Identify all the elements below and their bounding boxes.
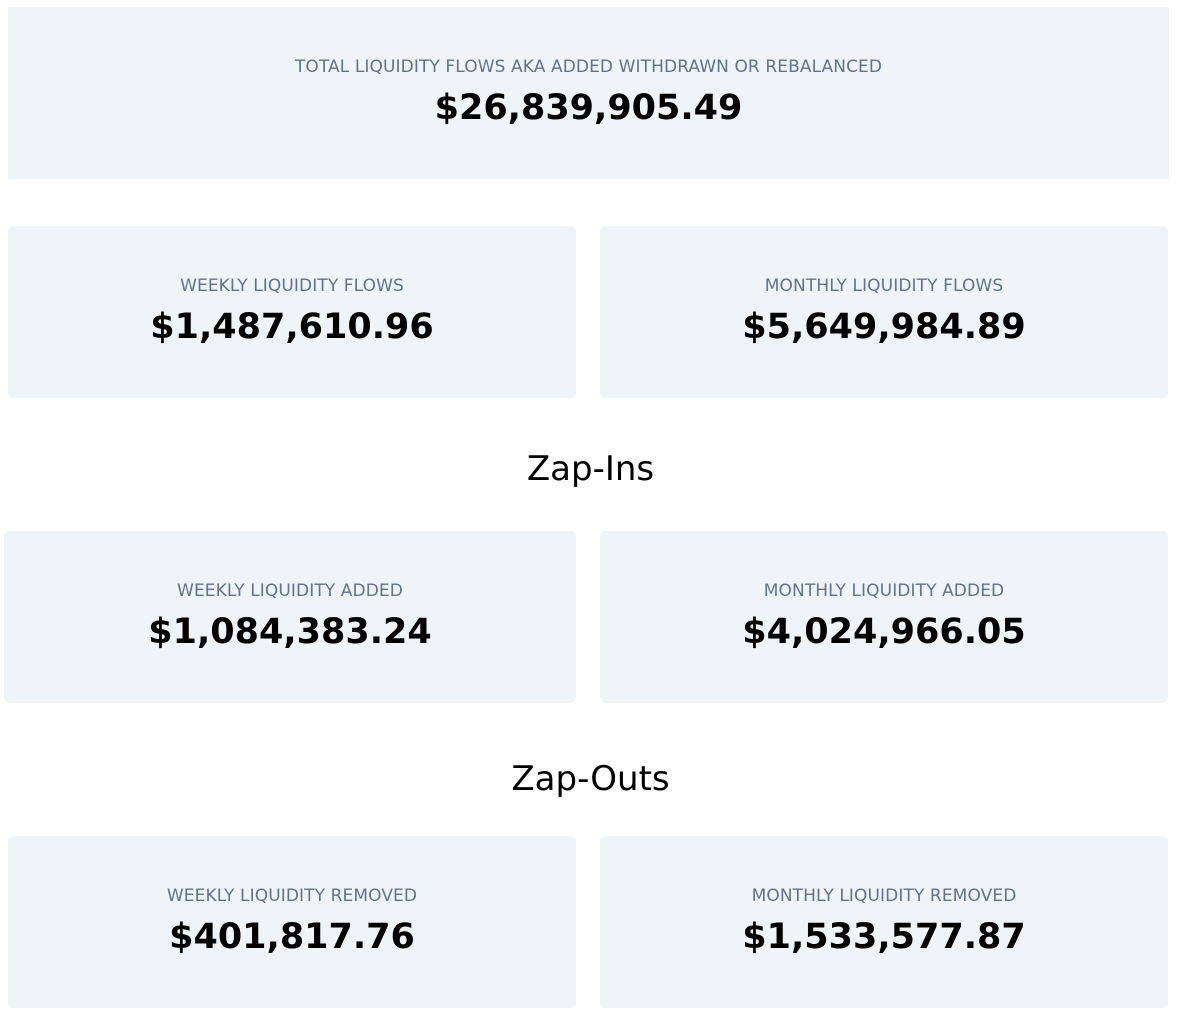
total-liquidity-flows-card: TOTAL LIQUIDITY FLOWS AKA ADDED WITHDRAW…	[8, 7, 1169, 179]
weekly-liquidity-removed-card: WEEKLY LIQUIDITY REMOVED $401,817.76	[8, 836, 576, 1008]
monthly-liquidity-added-label: MONTHLY LIQUIDITY ADDED	[763, 581, 1005, 601]
weekly-liquidity-removed-label: WEEKLY LIQUIDITY REMOVED	[166, 886, 418, 906]
weekly-liquidity-flows-label: WEEKLY LIQUIDITY FLOWS	[180, 276, 404, 296]
weekly-liquidity-removed-value: $401,817.76	[169, 917, 415, 957]
zap-outs-heading: Zap-Outs	[511, 759, 670, 799]
monthly-liquidity-flows-value: $5,649,984.89	[742, 307, 1026, 347]
weekly-liquidity-flows-value: $1,487,610.96	[150, 307, 434, 347]
monthly-liquidity-added-value: $4,024,966.05	[742, 612, 1026, 652]
monthly-liquidity-removed-card: MONTHLY LIQUIDITY REMOVED $1,533,577.87	[600, 836, 1168, 1008]
monthly-liquidity-added-card: MONTHLY LIQUIDITY ADDED $4,024,966.05	[600, 531, 1168, 703]
total-liquidity-flows-value: $26,839,905.49	[434, 88, 743, 128]
monthly-liquidity-removed-label: MONTHLY LIQUIDITY REMOVED	[751, 886, 1017, 906]
monthly-liquidity-removed-value: $1,533,577.87	[742, 917, 1026, 957]
weekly-liquidity-added-card: WEEKLY LIQUIDITY ADDED $1,084,383.24	[4, 531, 576, 703]
weekly-liquidity-added-label: WEEKLY LIQUIDITY ADDED	[177, 581, 403, 601]
monthly-liquidity-flows-card: MONTHLY LIQUIDITY FLOWS $5,649,984.89	[600, 226, 1168, 398]
total-liquidity-flows-label: TOTAL LIQUIDITY FLOWS AKA ADDED WITHDRAW…	[294, 57, 883, 77]
monthly-liquidity-flows-label: MONTHLY LIQUIDITY FLOWS	[764, 276, 1004, 296]
weekly-liquidity-flows-card: WEEKLY LIQUIDITY FLOWS $1,487,610.96	[8, 226, 576, 398]
weekly-liquidity-added-value: $1,084,383.24	[148, 612, 432, 652]
zap-ins-heading: Zap-Ins	[526, 449, 655, 489]
